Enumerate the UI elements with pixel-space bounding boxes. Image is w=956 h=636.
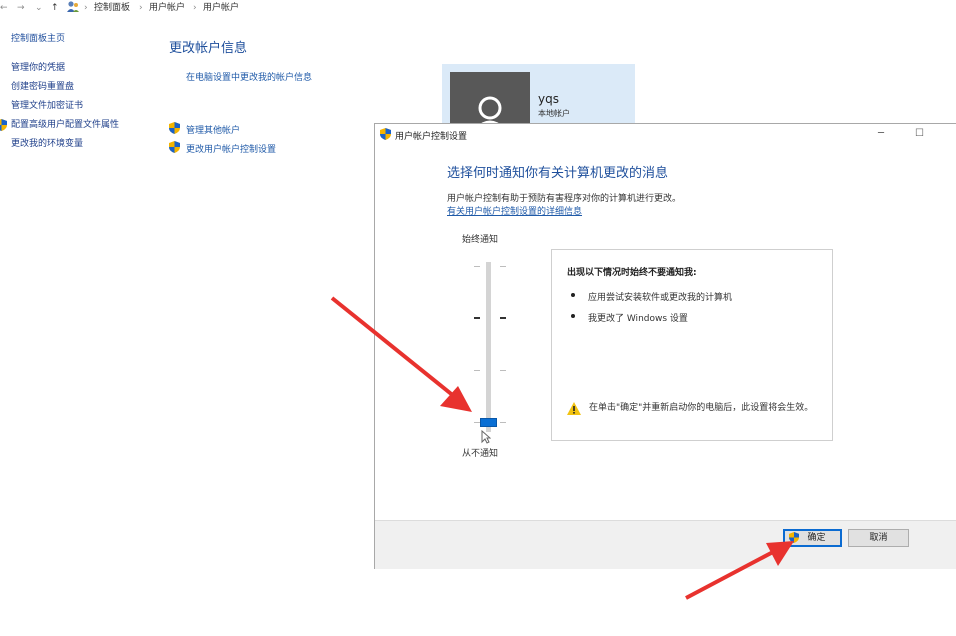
annotation-arrows — [330, 296, 794, 600]
arrow-to-ok-button-icon — [685, 541, 794, 600]
arrow-to-slider-icon — [330, 296, 472, 412]
